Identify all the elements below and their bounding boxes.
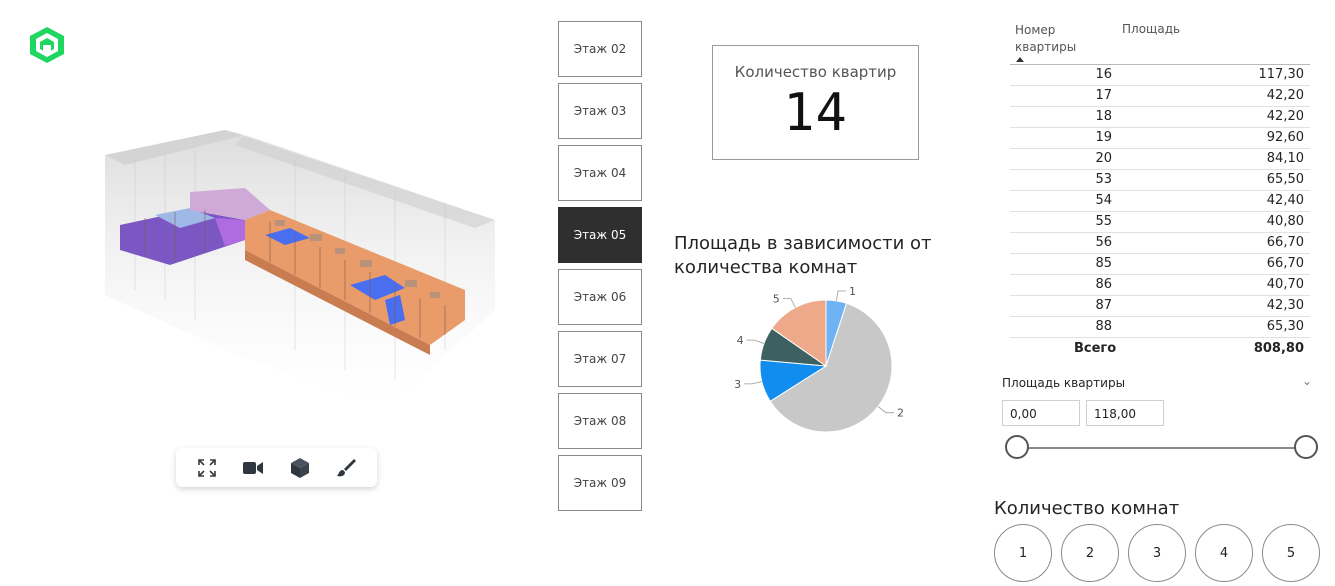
cell-area: 40,70: [1266, 277, 1304, 292]
table-row[interactable]: 53 65,50: [1010, 170, 1310, 191]
cube-icon[interactable]: [287, 455, 313, 481]
table-total-row: Всего 808,80: [1010, 338, 1310, 360]
area-min-input[interactable]: 0,00: [1002, 400, 1080, 426]
cell-apartment-number: 85: [1095, 256, 1112, 271]
cell-area: 65,30: [1266, 319, 1304, 334]
floor-button-2[interactable]: Этаж 02: [558, 21, 642, 77]
cell-area: 66,70: [1266, 235, 1304, 250]
pie-chart-title: Площадь в зависимости от количества комн…: [674, 233, 932, 278]
cell-apartment-number: 19: [1095, 130, 1112, 145]
cell-area: 65,50: [1266, 172, 1304, 187]
cell-apartment-number: 56: [1095, 235, 1112, 250]
cell-area: 84,10: [1266, 151, 1304, 166]
rooms-button-5[interactable]: 5: [1262, 524, 1320, 582]
building-3d-viewer[interactable]: [95, 110, 515, 440]
cell-area: 42,40: [1266, 193, 1304, 208]
area-range-track[interactable]: [1016, 447, 1306, 449]
area-max-input[interactable]: 118,00: [1086, 400, 1164, 426]
column-header-area[interactable]: Площадь: [1122, 22, 1180, 36]
pie-label-1: 1: [849, 285, 856, 298]
pie-label-5: 5: [773, 293, 780, 306]
table-row[interactable]: 88 65,30: [1010, 317, 1310, 338]
rooms-slicer-title: Количество комнат: [994, 498, 1180, 519]
cell-area: 40,80: [1266, 214, 1304, 229]
table-row[interactable]: 16 117,30: [1010, 65, 1310, 86]
cell-apartment-number: 88: [1095, 319, 1112, 334]
cell-apartment-number: 18: [1095, 109, 1112, 124]
total-value: 808,80: [1253, 341, 1304, 356]
cell-area: 66,70: [1266, 256, 1304, 271]
pie-leader-line: [782, 298, 796, 308]
total-label: Всего: [1074, 341, 1117, 356]
cell-apartment-number: 55: [1095, 214, 1112, 229]
viewer-toolbar: [176, 448, 377, 487]
rooms-button-1[interactable]: 1: [994, 524, 1052, 582]
card-value: 14: [783, 83, 848, 143]
table-row[interactable]: 19 92,60: [1010, 128, 1310, 149]
cell-apartment-number: 87: [1095, 298, 1112, 313]
table-row[interactable]: 18 42,20: [1010, 107, 1310, 128]
pie-leader-line: [744, 381, 762, 385]
apartments-table: Номер квартиры Площадь 16 117,30 17 42,20 18…: [1010, 20, 1310, 360]
table-header: Номер квартиры Площадь: [1010, 20, 1310, 65]
floor-button-6[interactable]: Этаж 06: [558, 269, 642, 325]
rooms-button-3[interactable]: 3: [1128, 524, 1186, 582]
brush-icon[interactable]: [333, 455, 359, 481]
floor-button-7[interactable]: Этаж 07: [558, 331, 642, 387]
rooms-button-2[interactable]: 2: [1061, 524, 1119, 582]
cell-apartment-number: 53: [1095, 172, 1112, 187]
camera-icon[interactable]: [240, 455, 266, 481]
table-row[interactable]: 54 42,40: [1010, 191, 1310, 212]
pie-leader-line: [746, 339, 765, 344]
chevron-down-icon[interactable]: ⌄: [1302, 374, 1312, 388]
cell-area: 117,30: [1258, 67, 1305, 82]
table-row[interactable]: 20 84,10: [1010, 149, 1310, 170]
column-header-number[interactable]: Номер квартиры: [1015, 22, 1095, 56]
cell-apartment-number: 17: [1095, 88, 1112, 103]
pie-label-3: 3: [734, 378, 741, 391]
pie-label-2: 2: [897, 407, 904, 420]
cell-apartment-number: 86: [1095, 277, 1112, 292]
area-range-max-handle[interactable]: [1294, 435, 1318, 459]
fullscreen-icon[interactable]: [194, 455, 220, 481]
rooms-button-4[interactable]: 4: [1195, 524, 1253, 582]
pie-label-4: 4: [737, 334, 744, 347]
area-slicer-title: Площадь квартиры: [1002, 376, 1126, 390]
table-row[interactable]: 17 42,20: [1010, 86, 1310, 107]
cell-area: 92,60: [1266, 130, 1304, 145]
pie-leader-line: [836, 290, 846, 301]
sort-ascending-icon[interactable]: [1016, 57, 1024, 62]
pie-chart[interactable]: 1 2 3 4 5: [720, 284, 935, 444]
cell-apartment-number: 20: [1095, 151, 1112, 166]
table-row[interactable]: 55 40,80: [1010, 212, 1310, 233]
floor-button-4[interactable]: Этаж 04: [558, 145, 642, 201]
card-label: Количество квартир: [734, 63, 897, 81]
table-row[interactable]: 56 66,70: [1010, 233, 1310, 254]
table-row[interactable]: 85 66,70: [1010, 254, 1310, 275]
floor-button-5[interactable]: Этаж 05: [558, 207, 642, 263]
table-row[interactable]: 86 40,70: [1010, 275, 1310, 296]
pie-leader-line: [877, 406, 894, 414]
logo-icon: [30, 27, 64, 63]
cell-area: 42,20: [1266, 109, 1304, 124]
floor-button-9[interactable]: Этаж 09: [558, 455, 642, 511]
area-range-min-handle[interactable]: [1005, 435, 1029, 459]
cell-area: 42,30: [1266, 298, 1304, 313]
table-row[interactable]: 87 42,30: [1010, 296, 1310, 317]
apartment-count-card: Количество квартир 14: [712, 45, 919, 160]
cell-area: 42,20: [1266, 88, 1304, 103]
cell-apartment-number: 16: [1095, 67, 1112, 82]
floor-button-8[interactable]: Этаж 08: [558, 393, 642, 449]
floor-button-3[interactable]: Этаж 03: [558, 83, 642, 139]
cell-apartment-number: 54: [1095, 193, 1112, 208]
